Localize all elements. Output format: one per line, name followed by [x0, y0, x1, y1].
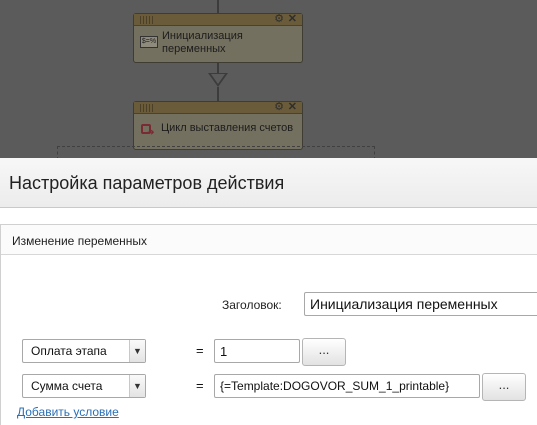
close-icon[interactable]: ✕ [288, 13, 297, 25]
value-input-2[interactable] [214, 374, 480, 398]
operator-label: = [196, 378, 204, 393]
variable-select-value: Оплата этапа [31, 344, 107, 358]
close-icon[interactable]: ✕ [288, 101, 297, 113]
gear-icon[interactable]: ⚙ [274, 101, 284, 113]
chevron-down-icon[interactable]: ▼ [129, 340, 145, 362]
drag-handle-icon[interactable] [140, 16, 154, 24]
section-title: Изменение переменных [1, 225, 537, 255]
add-condition-link[interactable]: Добавить условие [17, 405, 119, 419]
block-title-line2: переменных [162, 43, 226, 55]
loop-container-outline [57, 146, 375, 158]
flow-connector [217, 0, 219, 14]
value-picker-button-1[interactable]: ... [302, 338, 346, 366]
block-header: ⚙ ✕ [134, 13, 302, 26]
value-input-1[interactable] [214, 339, 300, 363]
variable-select-value: Сумма счета [31, 379, 103, 393]
block-header: ⚙ ✕ [134, 101, 302, 114]
gear-icon[interactable]: ⚙ [274, 13, 284, 25]
workflow-canvas: ⚙ ✕ $=% Инициализация переменных ⚙ ✕ ➜ Ц… [0, 0, 537, 158]
workflow-block-init-variables[interactable]: ⚙ ✕ $=% Инициализация переменных [133, 13, 303, 63]
loop-icon: ➜ [140, 122, 156, 137]
variable-icon: $=% [140, 36, 158, 48]
title-label: Заголовок: [222, 298, 282, 312]
workflow-block-invoice-loop[interactable]: ⚙ ✕ ➜ Цикл выставления счетов [133, 101, 303, 150]
dialog-header[interactable]: Настройка параметров действия [0, 158, 537, 208]
flow-connector [217, 87, 219, 102]
app-root: ⚙ ✕ $=% Инициализация переменных ⚙ ✕ ➜ Ц… [0, 0, 537, 425]
block-title: Инициализация переменных [162, 30, 243, 56]
value-picker-button-2[interactable]: ... [482, 373, 526, 401]
drag-handle-icon[interactable] [140, 104, 154, 112]
block-title: Цикл выставления счетов [161, 122, 294, 134]
operator-label: = [196, 343, 204, 358]
block-title-line1: Инициализация [162, 30, 243, 42]
variable-select-2[interactable]: Сумма счета ▼ [22, 374, 146, 398]
variable-select-1[interactable]: Оплата этапа ▼ [22, 339, 146, 363]
dialog-title: Настройка параметров действия [9, 173, 285, 193]
title-input[interactable] [304, 292, 537, 316]
chevron-down-icon[interactable]: ▼ [129, 375, 145, 397]
